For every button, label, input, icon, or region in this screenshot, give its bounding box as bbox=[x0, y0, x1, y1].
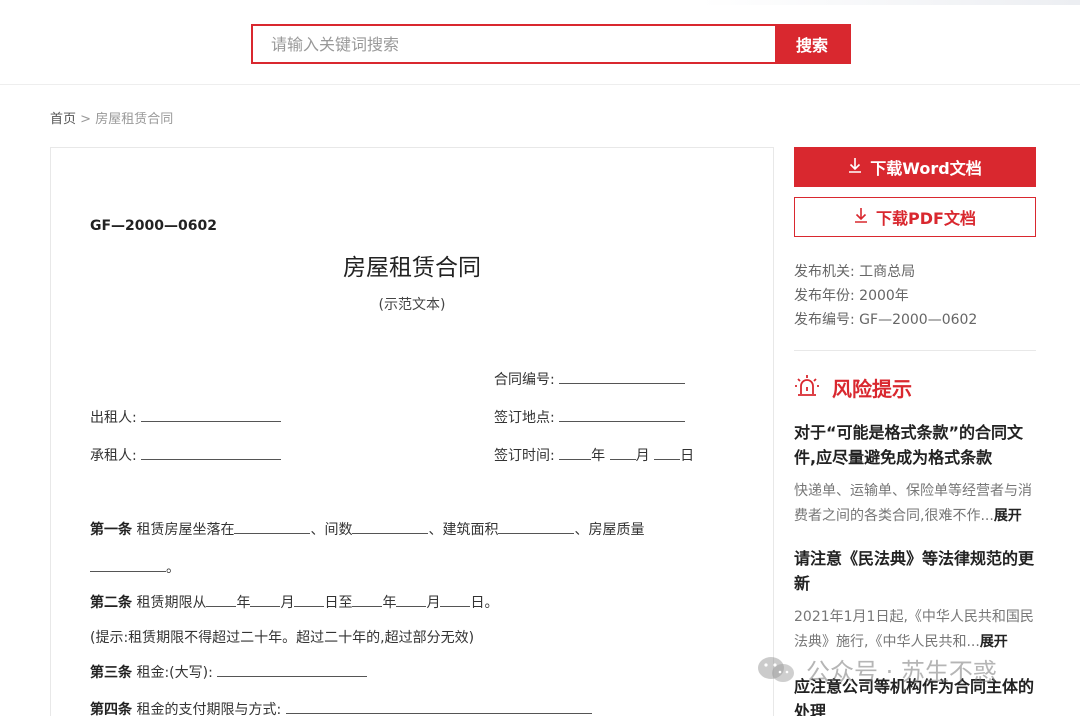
clause-text: 租赁期限从 bbox=[136, 595, 207, 611]
field-label: 出租人: bbox=[90, 410, 137, 426]
sidebar-divider bbox=[794, 350, 1036, 351]
field-lessor: 出租人: bbox=[90, 407, 282, 427]
clause-text: 、房屋质量 bbox=[574, 522, 645, 538]
blank-line bbox=[654, 446, 681, 460]
field-sign-place: 签订地点: bbox=[494, 407, 686, 427]
meta-issuer: 发布机关: 工商总局 bbox=[794, 264, 916, 280]
blank-line bbox=[498, 520, 575, 534]
clause-label: 第一条 bbox=[90, 522, 132, 538]
download-pdf-button[interactable]: 下载PDF文档 bbox=[794, 197, 1036, 237]
breadcrumb: 首页 > 房屋租赁合同 bbox=[50, 108, 173, 127]
clause-label: 第三条 bbox=[90, 665, 132, 681]
blank-line bbox=[141, 446, 282, 460]
blank-line bbox=[559, 370, 686, 384]
field-sign-time: 签订时间: 年 月 日 bbox=[494, 445, 694, 465]
blank-line bbox=[285, 700, 592, 714]
field-label: 承租人: bbox=[90, 448, 137, 464]
blank-line bbox=[352, 520, 429, 534]
blank-line bbox=[250, 593, 281, 607]
blank-line bbox=[234, 520, 311, 534]
blank-line bbox=[396, 593, 427, 607]
field-contract-no: 合同编号: bbox=[494, 369, 686, 389]
document-title: 房屋租赁合同 bbox=[343, 255, 481, 281]
wechat-icon bbox=[758, 656, 794, 682]
clause-1: 第一条 租赁房屋坐落在 、间数 、建筑面积 、房屋质量 bbox=[90, 519, 644, 539]
clause-1-continued: 。 bbox=[90, 557, 180, 577]
blank-line bbox=[352, 593, 383, 607]
field-label: 签订地点: bbox=[494, 410, 555, 426]
watermark: 公众号 · 苏生不惑 bbox=[756, 652, 997, 687]
header-decoration bbox=[700, 0, 1080, 5]
clause-2-hint: (提示:租赁期限不得超过二十年。超过二十年的,超过部分无效) bbox=[90, 627, 474, 647]
blank-line bbox=[294, 593, 325, 607]
clause-text: 租金的支付期限与方式: bbox=[136, 702, 282, 716]
alarm-light-icon bbox=[794, 372, 832, 403]
blank-line bbox=[141, 408, 282, 422]
clause-label: 第二条 bbox=[90, 595, 132, 611]
document-subtitle: (示范文本) bbox=[378, 297, 446, 313]
breadcrumb-home-link[interactable]: 首页 bbox=[50, 112, 76, 127]
download-word-button[interactable]: 下载Word文档 bbox=[794, 147, 1036, 187]
blank-line bbox=[559, 446, 592, 460]
tip-1-text: 快递单、运输单、保险单等经营者与消费者之间的各类合同,很难不作...展开 bbox=[794, 479, 1040, 529]
field-label: 签订时间: bbox=[494, 448, 555, 464]
download-icon bbox=[848, 157, 862, 177]
clause-text: 日至 bbox=[324, 595, 353, 611]
search-button[interactable]: 搜索 bbox=[775, 26, 849, 62]
expand-link[interactable]: 展开 bbox=[994, 508, 1022, 524]
tip-1-title[interactable]: 对于“可能是格式条款”的合同文件,应尽量避免成为格式条款 bbox=[794, 420, 1040, 470]
clause-text: 年 bbox=[236, 595, 251, 611]
clause-text: 租赁房屋坐落在 bbox=[136, 522, 235, 538]
document-code: GF—2000—0602 bbox=[90, 218, 217, 234]
clause-text: 租金:(大写): bbox=[136, 665, 213, 681]
blank-line bbox=[217, 663, 368, 677]
field-unit: 月 bbox=[635, 448, 650, 464]
clause-text: 月 bbox=[280, 595, 295, 611]
clause-text: 年 bbox=[382, 595, 397, 611]
blank-line bbox=[206, 593, 237, 607]
clause-text: 月 bbox=[426, 595, 441, 611]
field-unit: 年 bbox=[591, 448, 606, 464]
clause-text: (提示:租赁期限不得超过二十年。超过二十年的,超过部分无效) bbox=[90, 630, 475, 646]
blank-line bbox=[440, 593, 471, 607]
clause-text: 、间数 bbox=[310, 522, 353, 538]
blank-line bbox=[609, 446, 636, 460]
clause-4: 第四条 租金的支付期限与方式: bbox=[90, 699, 592, 716]
field-unit: 日 bbox=[680, 448, 695, 464]
document-preview: GF—2000—0602 房屋租赁合同 (示范文本) 合同编号: 出租人: 签订… bbox=[50, 147, 774, 716]
blank-line bbox=[90, 558, 166, 572]
download-icon bbox=[854, 207, 868, 227]
clause-3: 第三条 租金:(大写): bbox=[90, 662, 368, 682]
expand-link[interactable]: 展开 bbox=[980, 634, 1008, 650]
clause-text: 日。 bbox=[470, 595, 499, 611]
risk-title: 风险提示 bbox=[832, 377, 912, 401]
search-box: 搜索 bbox=[251, 24, 851, 64]
meta-number: 发布编号: GF—2000—0602 bbox=[794, 312, 978, 328]
risk-heading: 风险提示 bbox=[794, 372, 912, 403]
clause-text: 。 bbox=[166, 560, 180, 576]
clause-2: 第二条 租赁期限从 年 月 日至 年 月 日。 bbox=[90, 592, 498, 612]
breadcrumb-current: 房屋租赁合同 bbox=[95, 112, 174, 127]
meta-year: 发布年份: 2000年 bbox=[794, 288, 909, 304]
clause-text: 、建筑面积 bbox=[428, 522, 499, 538]
blank-line bbox=[559, 408, 686, 422]
tip-2-text: 2021年1月1日起,《中华人民共和国民法典》施行,《中华人民共和...展开 bbox=[794, 605, 1040, 655]
download-pdf-label: 下载PDF文档 bbox=[876, 209, 976, 228]
search-input[interactable] bbox=[253, 26, 775, 62]
download-word-label: 下载Word文档 bbox=[870, 159, 982, 178]
breadcrumb-separator: > bbox=[80, 112, 92, 127]
watermark-text: 公众号 · 苏生不惑 bbox=[806, 658, 997, 686]
field-lessee: 承租人: bbox=[90, 445, 282, 465]
tip-2-title[interactable]: 请注意《民法典》等法律规范的更新 bbox=[794, 546, 1040, 596]
field-label: 合同编号: bbox=[494, 372, 555, 388]
page-header: 搜索 bbox=[0, 0, 1080, 85]
clause-label: 第四条 bbox=[90, 702, 132, 716]
